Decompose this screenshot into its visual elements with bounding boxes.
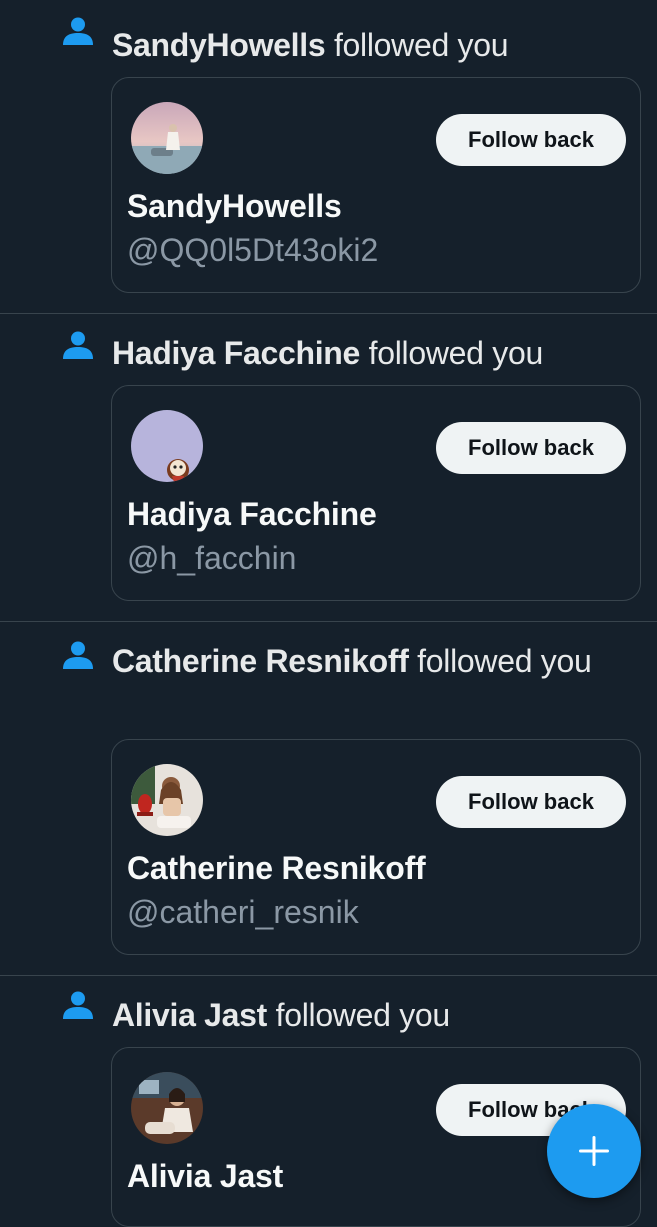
follower-name-link[interactable]: Catherine Resnikoff: [112, 643, 409, 679]
notification-action: followed you: [325, 27, 509, 63]
avatar[interactable]: [131, 764, 203, 836]
avatar[interactable]: [131, 102, 203, 174]
follow-back-button[interactable]: Follow back: [436, 422, 626, 474]
notification-action: followed you: [267, 997, 451, 1033]
user-handle: @QQ0l5Dt43oki2: [127, 232, 379, 268]
notification-item[interactable]: Hadiya Facchine followed you Follow back…: [0, 314, 657, 622]
plus-icon: [579, 1136, 609, 1166]
compose-fab[interactable]: [547, 1104, 641, 1198]
notification-action: followed you: [360, 335, 544, 371]
user-handle: @h_facchin: [127, 540, 297, 576]
follower-name-link[interactable]: Alivia Jast: [112, 997, 267, 1033]
notification-text: Hadiya Facchine followed you: [112, 330, 602, 376]
person-icon: [63, 641, 93, 669]
notification-item[interactable]: Catherine Resnikoff followed you Follow …: [0, 622, 657, 976]
follower-name-link[interactable]: SandyHowells: [112, 27, 326, 63]
avatar[interactable]: [131, 1072, 203, 1144]
notification-text: Catherine Resnikoff followed you: [112, 638, 602, 684]
user-display-name[interactable]: Hadiya Facchine: [127, 496, 377, 533]
user-display-name[interactable]: Alivia Jast: [127, 1158, 283, 1195]
follower-name-link[interactable]: Hadiya Facchine: [112, 335, 360, 371]
user-card[interactable]: Follow back SandyHowells @QQ0l5Dt43oki2: [111, 77, 641, 293]
notification-text: SandyHowells followed you: [112, 22, 602, 68]
person-icon: [63, 331, 93, 359]
person-icon: [63, 17, 93, 45]
follow-back-button[interactable]: Follow back: [436, 776, 626, 828]
notification-item[interactable]: SandyHowells followed you Follow back Sa…: [0, 0, 657, 314]
notification-text: Alivia Jast followed you: [112, 992, 602, 1038]
user-display-name[interactable]: SandyHowells: [127, 188, 342, 225]
user-display-name[interactable]: Catherine Resnikoff: [127, 850, 426, 887]
user-card[interactable]: Follow back Catherine Resnikoff @catheri…: [111, 739, 641, 955]
avatar[interactable]: [131, 410, 203, 482]
user-card[interactable]: Follow back Hadiya Facchine @h_facchin: [111, 385, 641, 601]
user-handle: @catheri_resnik: [127, 894, 359, 930]
notification-action: followed you: [408, 643, 592, 679]
person-icon: [63, 991, 93, 1019]
follow-back-button[interactable]: Follow back: [436, 114, 626, 166]
